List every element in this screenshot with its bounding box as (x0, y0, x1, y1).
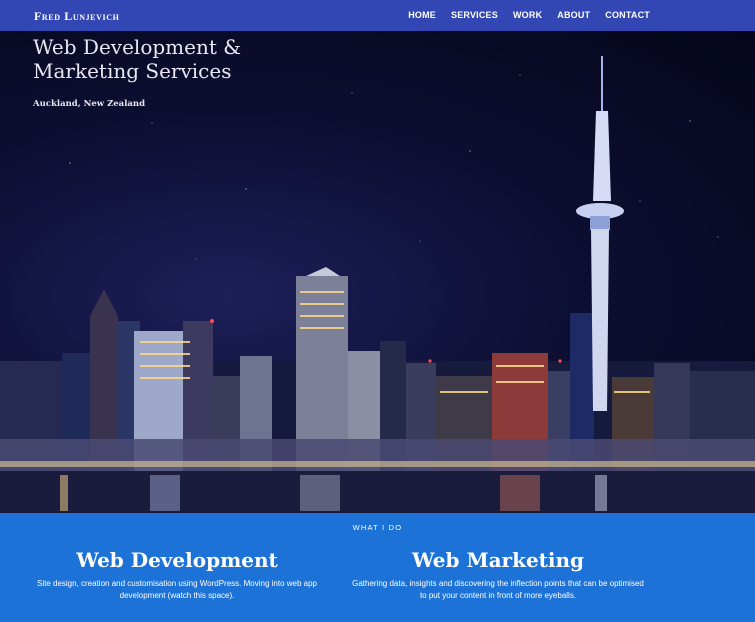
service-web-marketing: Web Marketing Gathering data, insights a… (350, 547, 646, 602)
service-description: Site design, creation and customisation … (36, 579, 317, 600)
nav-link-home[interactable]: HOME (408, 10, 436, 20)
section-label: WHAT I DO (352, 523, 403, 532)
site-brand-logo[interactable]: Fred Lunjevich (34, 9, 119, 24)
service-web-development: Web Development Site design, creation an… (20, 547, 334, 602)
hero-title: Web Development & Marketing Services (33, 35, 242, 83)
service-title: Web Marketing (411, 548, 585, 572)
hero-section: Web Development & Marketing Services Auc… (0, 31, 755, 513)
nav-link-work[interactable]: WORK (513, 10, 542, 20)
nav-link-services[interactable]: SERVICES (451, 10, 498, 20)
service-description: Gathering data, insights and discovering… (352, 579, 644, 600)
main-menu: HOME SERVICES WORK ABOUT CONTACT (408, 10, 650, 20)
services-section: WHAT I DO Web Development Site design, c… (0, 513, 755, 622)
nav-link-contact[interactable]: CONTACT (605, 10, 650, 20)
hero-location: Auckland, New Zealand (33, 99, 146, 109)
page: Fred Lunjevich HOME SERVICES WORK ABOUT … (0, 0, 755, 622)
top-navbar: Fred Lunjevich HOME SERVICES WORK ABOUT … (0, 0, 755, 31)
service-title: Web Development (76, 548, 278, 572)
nav-link-about[interactable]: ABOUT (557, 10, 590, 20)
